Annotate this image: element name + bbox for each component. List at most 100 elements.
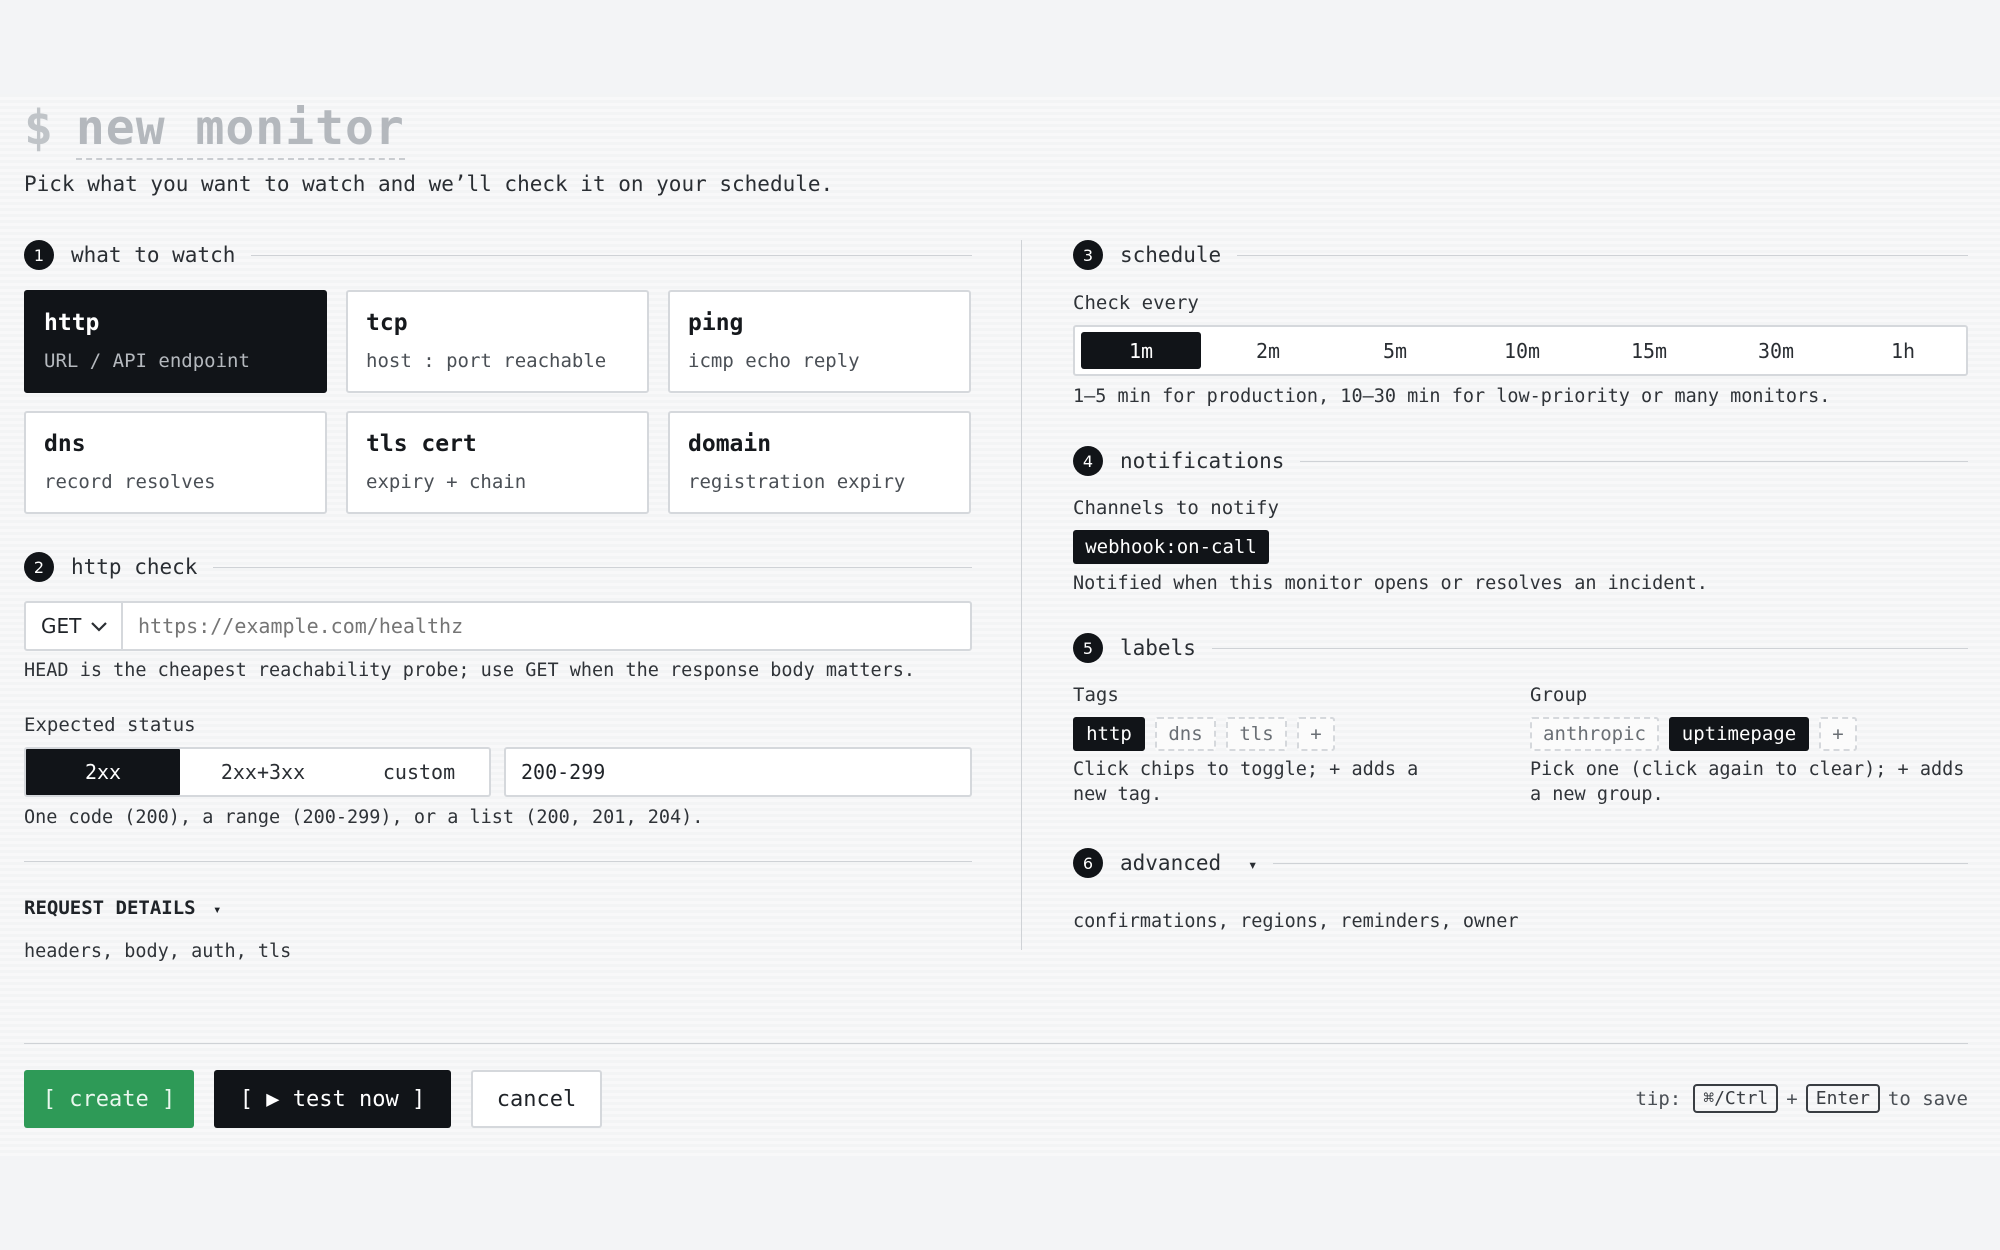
type-title: http [44, 310, 100, 336]
status-code-input[interactable]: 200-299 [504, 747, 972, 797]
column-divider [1021, 240, 1022, 950]
type-card-dns[interactable]: dns record resolves [24, 411, 327, 514]
keyboard-tip: tip: ⌘/Ctrl + Enter to save [1635, 1084, 1968, 1113]
type-description: host : port reachable [366, 350, 607, 372]
method-select[interactable]: GET [26, 603, 123, 649]
section-number: 5 [1073, 633, 1103, 663]
type-description: expiry + chain [366, 471, 527, 493]
section-number: 1 [24, 240, 54, 270]
method-value: GET [41, 614, 82, 638]
channel-chip-webhook[interactable]: webhook:on-call [1073, 530, 1269, 564]
status-code-value: 200-299 [521, 760, 606, 784]
section-labels: 5 labels [1073, 633, 1968, 663]
url-input[interactable] [123, 603, 970, 649]
section-label: labels [1120, 636, 1196, 660]
chevron-down-icon [91, 622, 108, 632]
section-divider [1237, 254, 1968, 256]
interval-option-15m[interactable]: 15m [1589, 332, 1709, 369]
interval-option-1m[interactable]: 1m [1081, 332, 1201, 369]
divider [24, 861, 972, 862]
expected-status-label: Expected status [24, 714, 196, 736]
type-title: domain [688, 431, 772, 457]
section-label: schedule [1120, 243, 1222, 267]
tag-chip-dns[interactable]: dns [1155, 717, 1216, 751]
page-title: $ new monitor [24, 100, 405, 160]
add-group-button[interactable]: + [1819, 717, 1857, 751]
caret-down-icon: ▾ [1247, 855, 1258, 874]
interval-option-2m[interactable]: 2m [1208, 332, 1328, 369]
section-schedule: 3 schedule [1073, 240, 1968, 270]
request-details-label: REQUEST DETAILS [24, 897, 196, 919]
advanced-sub: confirmations, regions, reminders, owner [1073, 911, 1519, 932]
type-title: dns [44, 431, 86, 457]
interval-option-30m[interactable]: 30m [1716, 332, 1836, 369]
type-card-tcp[interactable]: tcp host : port reachable [346, 290, 649, 393]
type-title: tcp [366, 310, 408, 336]
section-number: 2 [24, 552, 54, 582]
section-notifications: 4 notifications [1073, 446, 1968, 476]
group-hint-line1: Pick one (click again to clear); + adds [1530, 759, 1965, 780]
section-divider [1211, 647, 1968, 649]
prompt-symbol: $ [24, 100, 54, 156]
section-label: advanced ▾ [1120, 851, 1257, 875]
section-number: 3 [1073, 240, 1103, 270]
section-what-to-watch: 1 what to watch [24, 240, 972, 270]
check-every-label: Check every [1073, 292, 1199, 314]
type-card-tls-cert[interactable]: tls cert expiry + chain [346, 411, 649, 514]
cancel-button[interactable]: cancel [471, 1070, 602, 1128]
test-now-button[interactable]: [ ▶ test now ] [214, 1070, 451, 1128]
tag-chip-http[interactable]: http [1073, 717, 1145, 751]
section-label: what to watch [71, 243, 236, 267]
request-details-toggle[interactable]: REQUEST DETAILS ▾ [24, 897, 221, 919]
tags-label: Tags [1073, 684, 1119, 706]
group-label: Group [1530, 684, 1588, 706]
status-option-2xx-3xx[interactable]: 2xx+3xx [188, 749, 338, 795]
notifications-hint: Notified when this monitor opens or reso… [1073, 573, 1708, 594]
tags-hint-line1: Click chips to toggle; + adds a [1073, 759, 1419, 780]
group-chip-anthropic[interactable]: anthropic [1530, 717, 1659, 751]
type-card-domain[interactable]: domain registration expiry [668, 411, 971, 514]
interval-segmented-control: 1m 2m 5m 10m 15m 30m 1h [1073, 325, 1968, 376]
request-details-sub: headers, body, auth, tls [24, 941, 292, 962]
status-hint: One code (200), a range (200-299), or a … [24, 807, 704, 828]
method-hint: HEAD is the cheapest reachability probe;… [24, 660, 916, 681]
interval-option-5m[interactable]: 5m [1335, 332, 1455, 369]
interval-option-10m[interactable]: 10m [1462, 332, 1582, 369]
status-option-2xx[interactable]: 2xx [26, 749, 180, 795]
section-label: http check [71, 555, 198, 579]
page-subtitle: Pick what you want to watch and we’ll ch… [24, 172, 834, 196]
type-description: record resolves [44, 471, 216, 493]
create-button[interactable]: [ create ] [24, 1070, 194, 1128]
group-hint-line2: a new group. [1530, 784, 1664, 805]
type-title: ping [688, 310, 744, 336]
status-option-custom[interactable]: custom [344, 749, 494, 795]
type-card-ping[interactable]: ping icmp echo reply [668, 290, 971, 393]
channels-label: Channels to notify [1073, 497, 1279, 519]
type-card-http[interactable]: http URL / API endpoint [24, 290, 327, 393]
tag-chip-tls[interactable]: tls [1226, 717, 1287, 751]
section-http-check: 2 http check [24, 552, 972, 582]
add-tag-button[interactable]: + [1297, 717, 1335, 751]
section-number: 6 [1073, 848, 1103, 878]
type-description: icmp echo reply [688, 350, 860, 372]
key-enter: Enter [1805, 1084, 1880, 1113]
schedule-hint: 1–5 min for production, 10–30 min for lo… [1073, 386, 1831, 407]
section-advanced[interactable]: 6 advanced ▾ [1073, 848, 1968, 878]
interval-option-1h[interactable]: 1h [1843, 332, 1963, 369]
group-chip-uptimepage[interactable]: uptimepage [1669, 717, 1809, 751]
section-divider [1273, 862, 1968, 864]
url-input-group: GET [24, 601, 972, 651]
section-number: 4 [1073, 446, 1103, 476]
status-segmented-control: 2xx 2xx+3xx custom [24, 747, 491, 797]
tip-plus: + [1786, 1087, 1798, 1110]
type-description: registration expiry [688, 471, 906, 493]
tip-label: tip: [1635, 1087, 1682, 1110]
type-title: tls cert [366, 431, 477, 457]
section-divider [1300, 460, 1968, 462]
section-divider [213, 566, 972, 568]
tags-hint-line2: new tag. [1073, 784, 1163, 805]
monitor-name-field[interactable]: new monitor [75, 100, 405, 160]
key-cmd-ctrl: ⌘/Ctrl [1693, 1084, 1779, 1113]
section-label: notifications [1120, 449, 1285, 473]
caret-down-icon: ▾ [213, 902, 222, 918]
